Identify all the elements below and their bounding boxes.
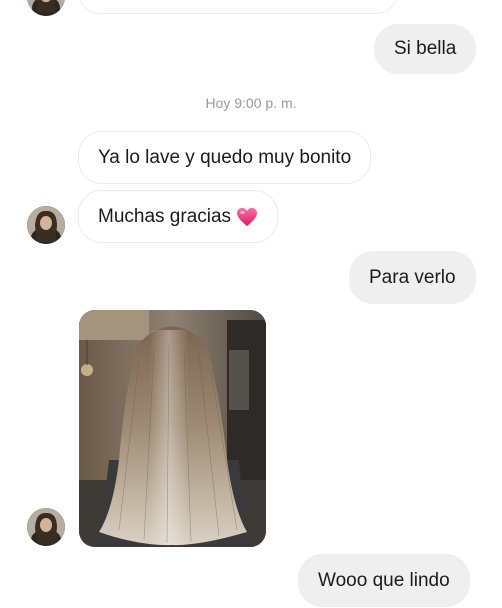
avatar[interactable] (27, 0, 65, 16)
message-text: Si bella (394, 38, 457, 59)
message-text: Muchas gracias (98, 205, 232, 227)
message-text: Para verlo (369, 266, 456, 288)
avatar-image (27, 0, 65, 16)
hair-photo (79, 310, 266, 547)
partial-message-bubble[interactable] (78, 0, 398, 14)
timestamp: Hoy 9:00 p. m. (205, 95, 297, 111)
message-text: Wooo que lindo (318, 569, 450, 591)
avatar-image (27, 206, 65, 244)
incoming-message-ya-lo-lave[interactable]: Ya lo lave y quedo muy bonito (78, 131, 372, 184)
incoming-message-muchas-gracias[interactable]: Muchas gracias (78, 190, 279, 243)
outgoing-message-wooo-que-lindo[interactable]: Wooo que lindo (298, 554, 470, 607)
message-text: Ya lo lave y quedo muy bonito (98, 146, 352, 168)
photo-message[interactable] (79, 310, 266, 547)
avatar[interactable] (27, 508, 65, 546)
chat-thread: Si bella Hoy 9:00 p. m. Ya lo lave y que… (0, 0, 502, 608)
outgoing-message-para-verlo[interactable]: Para verlo (349, 251, 476, 304)
avatar-image (27, 508, 65, 546)
heart-icon (237, 207, 258, 226)
outgoing-message-si-bella[interactable]: Si bella (374, 24, 477, 74)
avatar[interactable] (27, 206, 65, 244)
